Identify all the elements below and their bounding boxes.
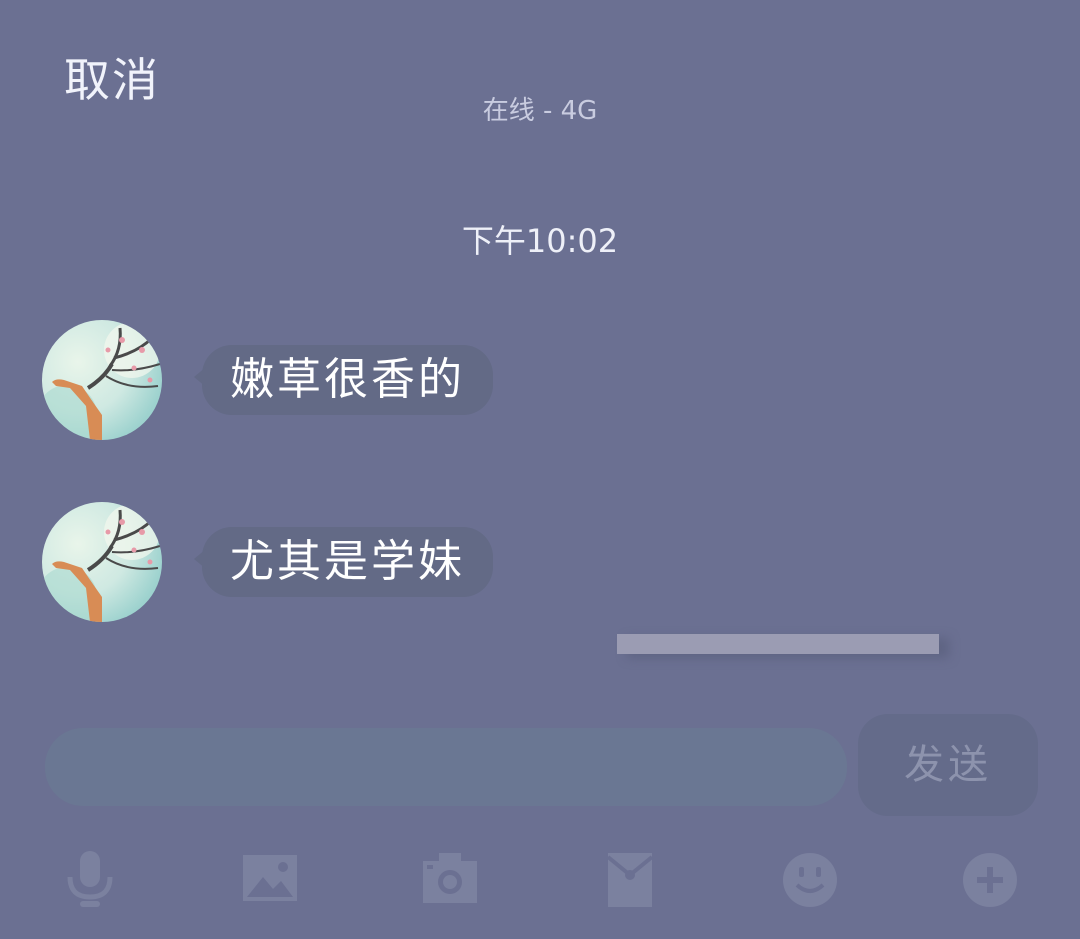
emoji-icon[interactable] — [775, 845, 845, 915]
image-icon[interactable] — [235, 845, 305, 915]
deer-avatar-icon — [42, 322, 161, 440]
send-button[interactable]: 发送 — [858, 714, 1038, 816]
avatar[interactable] — [42, 320, 162, 440]
deer-avatar-icon — [42, 504, 161, 622]
message-row: 嫩草很香的 — [42, 320, 742, 440]
redacted-bar — [617, 634, 939, 654]
microphone-icon[interactable] — [55, 845, 125, 915]
chat-toolbar — [0, 845, 1080, 915]
message-timestamp: 下午10:02 — [461, 222, 619, 260]
chat-bubble[interactable]: 尤其是学妹 — [194, 527, 493, 597]
red-envelope-icon[interactable] — [595, 845, 665, 915]
chat-bubble[interactable]: 嫩草很香的 — [194, 345, 493, 415]
camera-icon[interactable] — [415, 845, 485, 915]
avatar[interactable] — [42, 502, 162, 622]
message-input[interactable] — [45, 728, 847, 806]
connection-status: 在线 - 4G — [482, 96, 598, 126]
message-row: 尤其是学妹 — [42, 502, 742, 622]
plus-icon[interactable] — [955, 845, 1025, 915]
